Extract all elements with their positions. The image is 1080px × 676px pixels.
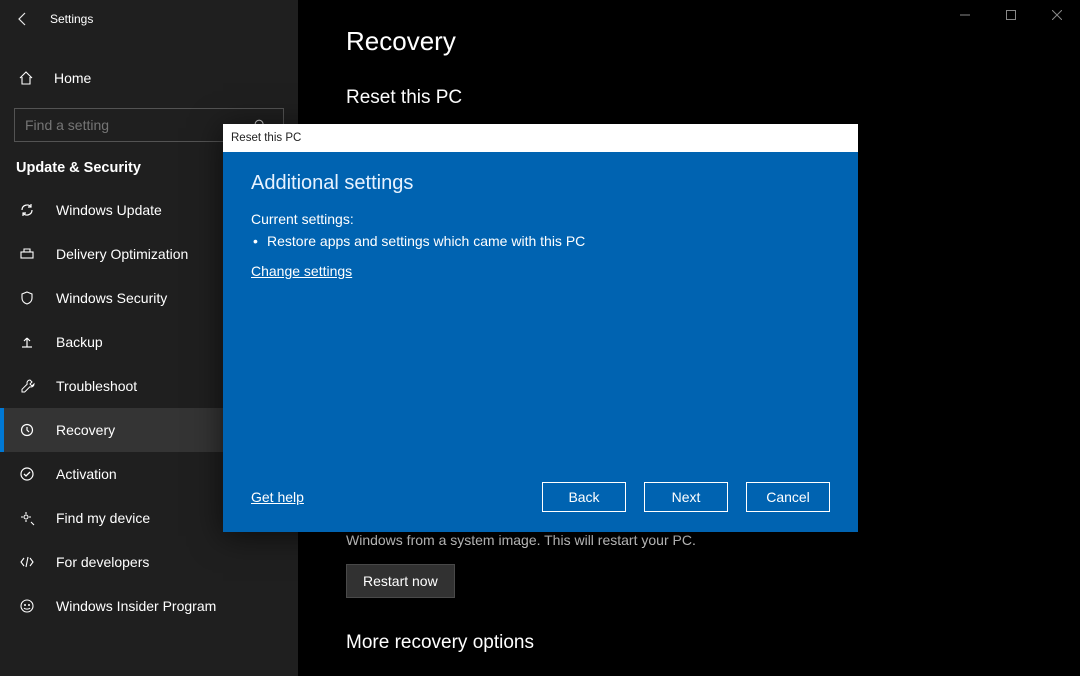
section-reset-pc-title: Reset this PC [346,87,1080,109]
activation-icon [18,465,36,483]
dialog-settings-list: Restore apps and settings which came wit… [251,233,830,249]
shield-icon [18,289,36,307]
reset-pc-dialog: Reset this PC Additional settings Curren… [223,124,858,532]
sidebar-item-label: Delivery Optimization [56,246,188,262]
minimize-button[interactable] [942,0,988,30]
findmydevice-icon [18,509,36,527]
back-icon[interactable] [14,10,32,28]
sidebar-item-label: Find my device [56,510,150,526]
search-input[interactable] [15,117,253,133]
recovery-icon [18,421,36,439]
dialog-get-help-link[interactable]: Get help [251,489,304,505]
sidebar-item-label: Backup [56,334,103,350]
delivery-icon [18,245,36,263]
troubleshoot-icon [18,377,36,395]
sidebar-home[interactable]: Home [0,58,298,98]
back-button[interactable]: Back [542,482,626,512]
home-icon [18,70,34,86]
next-button[interactable]: Next [644,482,728,512]
sidebar-item-for-developers[interactable]: For developers [0,540,298,584]
app-root: Settings Home Update & Security Windows … [0,0,1080,676]
sidebar-item-windows-insider[interactable]: Windows Insider Program [0,584,298,628]
titlebar: Settings [0,0,298,38]
change-settings-link[interactable]: Change settings [251,263,352,279]
sidebar-item-label: Activation [56,466,117,482]
dialog-current-label: Current settings: [251,211,830,227]
dialog-footer: Get help Back Next Cancel [251,482,830,512]
sidebar-item-label: Windows Update [56,202,162,218]
dialog-buttons: Back Next Cancel [542,482,830,512]
dialog-body: Additional settings Current settings: Re… [223,152,858,532]
sidebar-item-label: Windows Insider Program [56,598,216,614]
sidebar-item-label: Windows Security [56,290,167,306]
dialog-heading: Additional settings [251,172,830,195]
more-recovery-title: More recovery options [346,632,1080,654]
sidebar-item-label: For developers [56,554,149,570]
sidebar-item-label: Troubleshoot [56,378,137,394]
close-button[interactable] [1034,0,1080,30]
page-title: Recovery [346,26,1080,57]
sync-icon [18,201,36,219]
restart-now-button[interactable]: Restart now [346,564,455,598]
cancel-button[interactable]: Cancel [746,482,830,512]
maximize-button[interactable] [988,0,1034,30]
developers-icon [18,553,36,571]
dialog-bullet: Restore apps and settings which came wit… [251,233,830,249]
home-label: Home [54,70,91,86]
sidebar-item-label: Recovery [56,422,115,438]
window-controls [942,0,1080,30]
window-title: Settings [50,12,93,26]
dialog-titlebar[interactable]: Reset this PC [223,124,858,152]
backup-icon [18,333,36,351]
insider-icon [18,597,36,615]
